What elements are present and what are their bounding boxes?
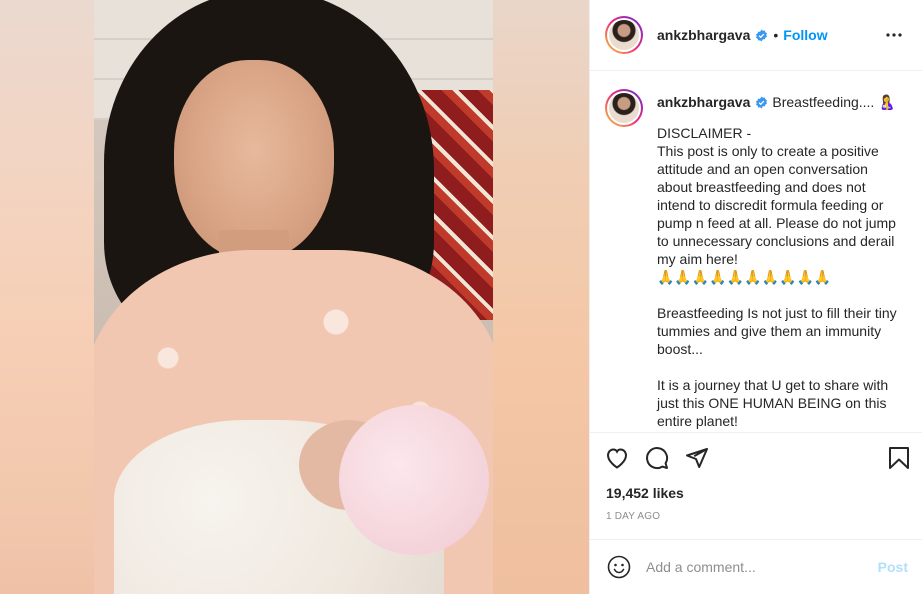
post-media[interactable] — [0, 0, 589, 594]
action-bar — [590, 433, 922, 483]
post-modal: ankzbhargava • Follow ankzbhargava Breas… — [0, 0, 922, 594]
post-comment-button[interactable]: Post — [878, 559, 908, 575]
post-sidebar: ankzbhargava • Follow ankzbhargava Breas… — [589, 0, 922, 594]
caption-body: ankzbhargava Breastfeeding.... 🤱 DISCLAI… — [657, 89, 902, 430]
photo-baby-hat — [339, 405, 489, 555]
share-icon[interactable] — [684, 445, 710, 471]
more-options-icon[interactable] — [882, 23, 906, 47]
follow-button[interactable]: Follow — [783, 27, 827, 43]
avatar-image — [609, 20, 639, 50]
separator-dot: • — [773, 27, 779, 43]
caption-avatar-inner — [607, 91, 641, 125]
caption-avatar-image — [609, 93, 639, 123]
caption-lead: Breastfeeding.... 🤱 — [772, 94, 896, 110]
avatar[interactable] — [605, 16, 643, 54]
verified-badge-icon — [755, 29, 768, 42]
heart-icon[interactable] — [604, 445, 630, 471]
caption-top: ankzbhargava Breastfeeding.... 🤱 — [657, 90, 902, 114]
emoji-icon[interactable] — [606, 554, 632, 580]
caption-area[interactable]: ankzbhargava Breastfeeding.... 🤱 DISCLAI… — [590, 71, 922, 432]
header-username[interactable]: ankzbhargava — [657, 27, 750, 43]
post-photo[interactable] — [94, 0, 493, 594]
likes-count[interactable]: 19,452 likes — [590, 483, 922, 503]
comment-bar: Post — [590, 539, 922, 594]
media-blur-right — [493, 0, 589, 594]
avatar-inner — [607, 18, 641, 52]
actions-section: 19,452 likes 1 DAY AGO Post — [590, 432, 922, 594]
bookmark-icon[interactable] — [886, 445, 912, 471]
media-blur-left — [0, 0, 94, 594]
post-timestamp[interactable]: 1 DAY AGO — [590, 507, 922, 527]
caption-row: ankzbhargava Breastfeeding.... 🤱 DISCLAI… — [605, 89, 906, 430]
caption-avatar[interactable] — [605, 89, 643, 127]
post-header: ankzbhargava • Follow — [590, 0, 922, 71]
caption-text: DISCLAIMER - This post is only to create… — [657, 125, 897, 429]
comment-icon[interactable] — [644, 445, 670, 471]
caption-username[interactable]: ankzbhargava — [657, 93, 750, 111]
comment-input[interactable] — [646, 559, 878, 575]
verified-badge-icon — [755, 96, 768, 109]
